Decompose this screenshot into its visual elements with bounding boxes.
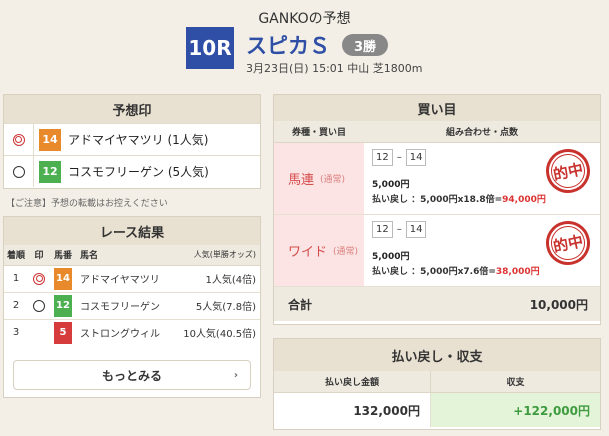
combo-number: 14 (405, 149, 427, 166)
total-row: 合計 10,000円 (274, 287, 600, 321)
col-horse: 馬名 (76, 245, 173, 266)
prediction-panel: 予想印 14 アドマイヤマツリ (1人気) 12 コスモフリーゲン (5人気) (3, 94, 261, 189)
horse-name[interactable]: ストロングウィル (76, 318, 173, 346)
race-name[interactable]: スピカＳ (246, 30, 330, 60)
popularity-odds: 5人気(7.8倍) (172, 291, 260, 319)
payout-line: 払い戻し ：5,000円x7.6倍=38,000円 (372, 264, 540, 277)
horse-number-badge: 14 (54, 267, 72, 290)
table-row: 3 5 ストロングウィル 10人気(40.5倍) (4, 318, 260, 346)
rank: 1 (4, 264, 28, 292)
bets-heading: 買い目 (274, 95, 600, 121)
horse-number-badge: 12 (39, 160, 61, 183)
bet-type-label: ワイド (288, 245, 328, 260)
repost-notice: 【ご注意】予想の転載はお控えください (6, 199, 168, 209)
col-bet-type: 券種・買い目 (291, 128, 346, 138)
popularity-odds: 1人気(4倍) (172, 264, 260, 292)
combo-number: 12 (372, 149, 393, 166)
rank: 2 (4, 291, 28, 319)
combo-number: 14 (405, 221, 427, 238)
hit-stamp-label: 的中 (551, 159, 585, 184)
horse-name[interactable]: アドマイヤマツリ (76, 264, 173, 292)
col-combination: 組み合わせ・点数 (445, 128, 518, 138)
balance-panel: 払い戻し・収支 払い戻し金額 収支 132,000円 +122,000円 (273, 338, 601, 430)
race-info: 3月23日(日) 15:01 中山 芝1800m (246, 62, 423, 75)
prediction-row: 12 コスモフリーゲン (5人気) (4, 155, 260, 187)
race-result-heading: レース結果 (4, 217, 260, 245)
balance-total: +122,000円 (431, 393, 600, 427)
bet-type-sub: (通常) (320, 175, 346, 185)
bet-type-label: 馬連 (288, 173, 315, 188)
horse-name[interactable]: コスモフリーゲン (5人気) (68, 163, 209, 180)
page-title: GANKOの予想 (258, 11, 351, 27)
bet-amount: 5,000円 (372, 252, 410, 262)
combo-number: 12 (372, 221, 393, 238)
rank: 3 (4, 318, 28, 346)
table-row: 1 14 アドマイヤマツリ 1人気(4倍) (4, 264, 260, 292)
double-circle-mark-icon (12, 133, 25, 146)
prediction-row: 14 アドマイヤマツリ (1人気) (4, 123, 260, 155)
race-number-badge: 10R (186, 27, 234, 69)
balance-heading: 払い戻し・収支 (274, 339, 600, 371)
prediction-heading: 予想印 (4, 95, 260, 123)
bets-panel: 買い目 券種・買い目 組み合わせ・点数 馬連 (通常) 12 – 14 5,00… (273, 94, 601, 325)
col-balance: 収支 (506, 378, 525, 388)
horse-name[interactable]: コスモフリーゲン (76, 291, 173, 319)
circle-mark-icon (33, 299, 45, 312)
col-rank: 着順 (4, 245, 28, 266)
horse-number-badge: 14 (39, 128, 61, 151)
more-button[interactable]: もっとみる › (13, 360, 251, 390)
double-circle-mark-icon (33, 272, 45, 285)
total-label: 合計 (288, 297, 313, 312)
table-row: 2 12 コスモフリーゲン 5人気(7.8倍) (4, 291, 260, 319)
bet-amount: 5,000円 (372, 180, 410, 190)
circle-mark-icon (12, 165, 25, 178)
race-result-table: 着順 印 馬番 馬名 人気(単勝オッズ) 1 14 アドマイヤマツリ 1人気(4… (4, 245, 260, 346)
col-mark: 印 (28, 245, 50, 266)
payout-value: 94,000円 (502, 195, 546, 205)
horse-number-badge: 5 (54, 321, 72, 344)
popularity-odds: 10人気(40.5倍) (172, 318, 260, 346)
payout-value: 38,000円 (495, 267, 540, 277)
chevron-right-icon: › (233, 369, 238, 381)
horse-name[interactable]: アドマイヤマツリ (1人気) (68, 131, 208, 148)
hit-stamp-label: 的中 (551, 231, 585, 256)
payout-calc: 払い戻し ：5,000円x7.6倍= (372, 267, 496, 277)
horse-number-badge: 12 (54, 294, 72, 317)
bet-row: 馬連 (通常) 12 – 14 5,000円 払い戻し ：5,000円x18.8… (274, 143, 600, 215)
col-odds: 人気(単勝オッズ) (172, 245, 260, 266)
payout-calc: 払い戻し ：5,000円x18.8倍= (372, 195, 503, 205)
more-button-label: もっとみる (101, 368, 162, 383)
col-num: 馬番 (50, 245, 76, 266)
total-value: 10,000円 (529, 297, 588, 312)
bet-type-sub: (通常) (333, 247, 359, 257)
grade-badge: 3勝 (342, 34, 389, 56)
bet-row: ワイド (通常) 12 – 14 5,000円 払い戻し ：5,000円x7.6… (274, 215, 600, 287)
col-payout: 払い戻し金額 (274, 371, 431, 392)
payout-total: 132,000円 (274, 393, 431, 427)
payout-line: 払い戻し ：5,000円x18.8倍=94,000円 (372, 192, 546, 205)
